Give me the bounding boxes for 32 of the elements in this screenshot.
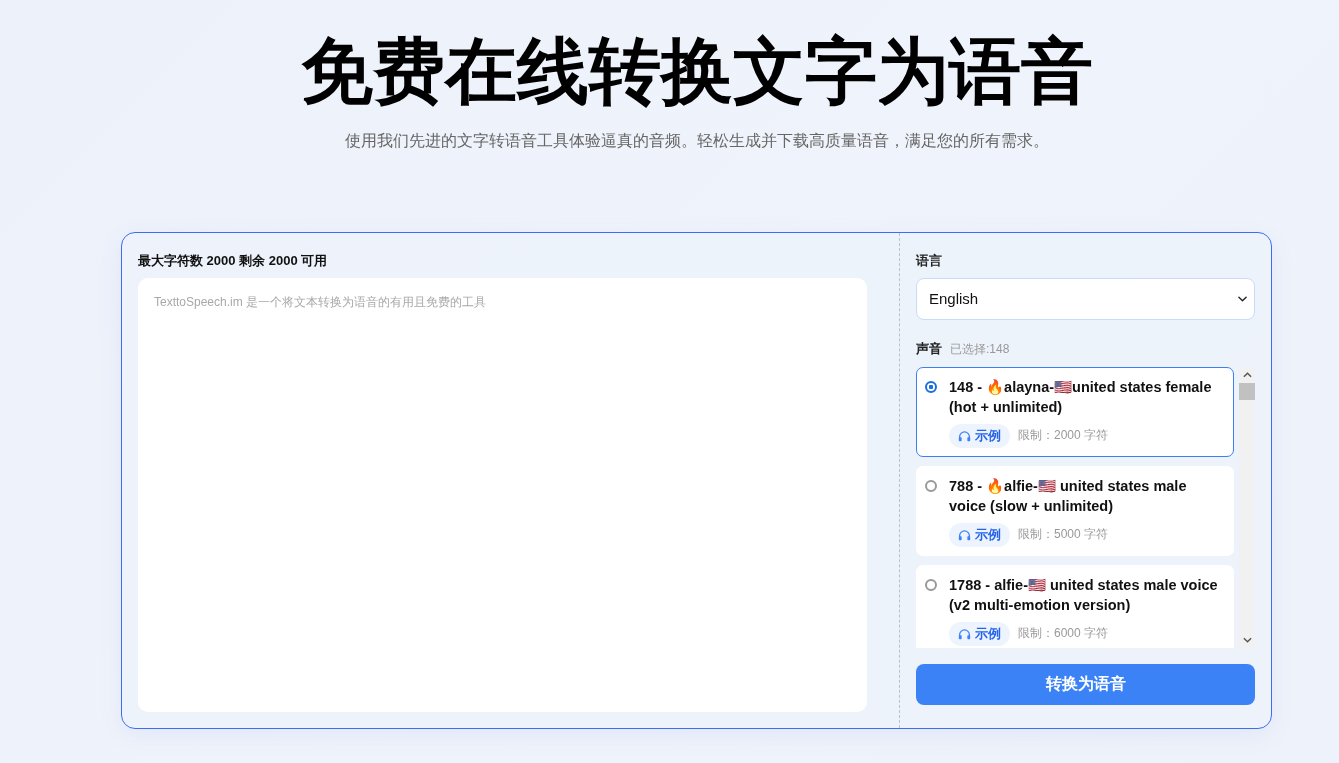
scrollbar-thumb[interactable] <box>1239 382 1255 400</box>
chevron-down-icon <box>1238 295 1247 302</box>
voice-option[interactable]: 148 - 🔥alayna-🇺🇸united states female (hot + unlimited) 示例 限制：2000 字符 <box>916 366 1234 457</box>
scrollbar[interactable] <box>1239 366 1255 648</box>
radio-button[interactable] <box>925 380 937 393</box>
sample-button[interactable]: 示例 <box>949 522 1010 547</box>
character-limit: 限制：2000 字符 <box>1018 427 1109 444</box>
page-title: 免费在线转换文字为语音 <box>300 30 1093 113</box>
radio-button[interactable] <box>925 479 937 492</box>
language-select[interactable]: English <box>916 278 1255 320</box>
voice-option[interactable]: 788 - 🔥alfie-🇺🇸 united states male voice (slow + unlimited) 示例 限制：5000 字符 <box>916 465 1234 556</box>
scroll-down-icon[interactable] <box>1242 636 1252 643</box>
voice-name: 1788 - alfie-🇺🇸 united states male voice (v2 multi-emotion version) <box>949 575 1219 615</box>
convert-button[interactable]: 转换为语音 <box>916 663 1255 705</box>
selected-voice-count: 已选择:148 <box>950 340 1010 358</box>
sample-button[interactable]: 示例 <box>949 423 1010 448</box>
character-limit: 限制：5000 字符 <box>1018 526 1109 543</box>
language-label: 语言 <box>916 252 943 270</box>
radio-button[interactable] <box>925 578 937 591</box>
sample-button[interactable]: 示例 <box>949 621 1010 646</box>
headphones-icon <box>958 528 971 541</box>
voice-label: 声音 <box>916 339 942 358</box>
scroll-up-icon[interactable] <box>1242 371 1252 378</box>
voice-name: 788 - 🔥alfie-🇺🇸 united states male voice (slow + unlimited) <box>949 476 1188 516</box>
text-input[interactable]: TexttoSpeech.im 是一个将文本转换为语音的有用且免费的工具 <box>138 278 867 712</box>
character-limit: 限制：6000 字符 <box>1018 625 1109 642</box>
character-count: 最大字符数 2000 剩余 2000 可用 <box>138 252 329 270</box>
voice-option[interactable]: 1788 - alfie-🇺🇸 united states male voice (v2 multi-emotion version) 示例 限制：6000 字符 <box>916 564 1234 648</box>
voice-name: 148 - 🔥alayna-🇺🇸united states female (hot + unlimited) <box>949 377 1213 417</box>
headphones-icon <box>958 429 971 442</box>
page-subtitle: 使用我们先进的文字转语音工具体验逼真的音频。轻松生成并下载高质量语音，满足您的所有需求。 <box>344 131 1049 151</box>
headphones-icon <box>958 627 971 640</box>
